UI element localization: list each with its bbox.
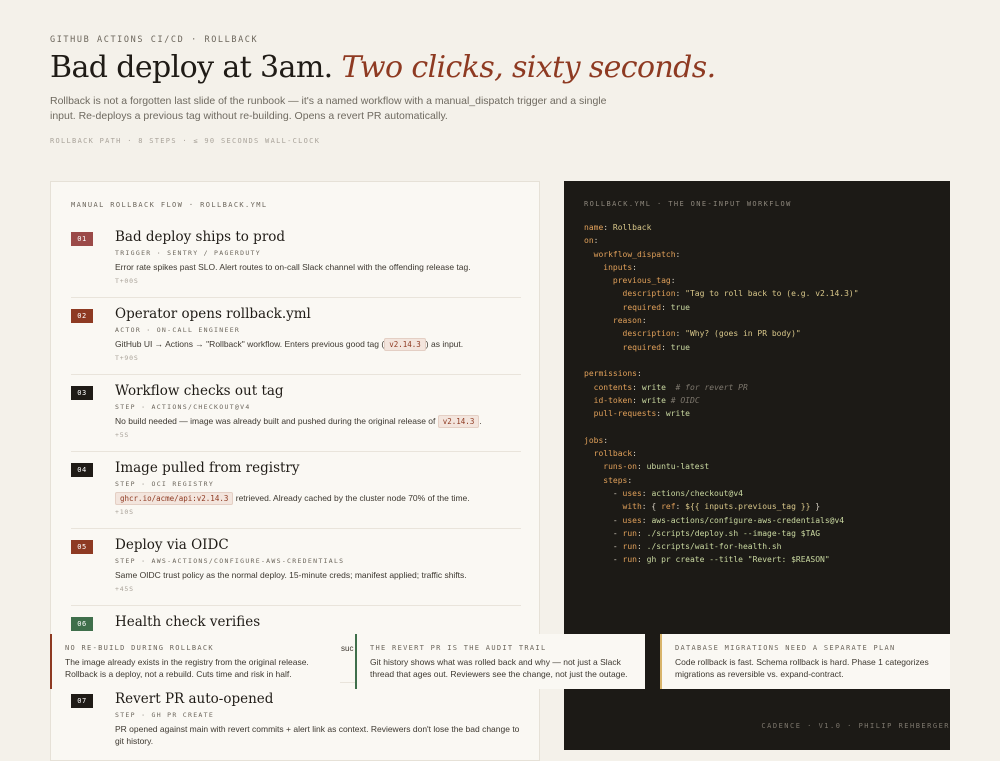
step-number: 01 (71, 232, 93, 246)
step-title: Image pulled from registry (115, 460, 300, 476)
tag-code: v2.14.3 (437, 415, 480, 428)
desc-text: No build needed — image was already buil… (115, 416, 438, 426)
step-kind: STEP · ACTIONS/CHECKOUT@V4 (115, 403, 251, 411)
step-title: Health check verifies (115, 614, 261, 630)
step-number: 03 (71, 386, 93, 400)
callout-body: Git history shows what was rolled back a… (370, 657, 628, 679)
step-time: +5S (115, 431, 130, 439)
step-description: Same OIDC trust policy as the normal dep… (115, 570, 467, 580)
step-time: +45S (115, 585, 134, 593)
code-panel-label: ROLLBACK.YML · THE ONE-INPUT WORKFLOW (584, 200, 792, 208)
desc-text: retrieved. Already cached by the cluster… (233, 493, 470, 503)
headline-main: Bad deploy at 3am. (50, 50, 333, 85)
callout-audit-trail: THE REVERT PR IS THE AUDIT TRAIL Git his… (355, 634, 645, 689)
step-number: 04 (71, 463, 93, 477)
yaml-code-block: name: Rollback on: workflow_dispatch: in… (584, 223, 859, 565)
step-5: 05 Deploy via OIDC STEP · AWS-ACTIONS/CO… (71, 537, 521, 606)
step-description: GitHub UI → Actions → "Rollback" workflo… (115, 338, 525, 351)
step-time: T+90S (115, 354, 139, 362)
page-title: Bad deploy at 3am. Two clicks, sixty sec… (50, 50, 716, 85)
step-number: 06 (71, 617, 93, 631)
lede: Rollback is not a forgotten last slide o… (50, 95, 607, 122)
desc-text: ) as input. (425, 339, 464, 349)
step-kind: STEP · GH PR CREATE (115, 711, 215, 719)
callout-title: DATABASE MIGRATIONS NEED A SEPARATE PLAN (675, 644, 896, 652)
step-number: 07 (71, 694, 93, 708)
desc-text: GitHub UI → Actions → "Rollback" workflo… (115, 339, 385, 349)
desc-text: . (479, 416, 482, 426)
callout-title: NO RE-BUILD DURING ROLLBACK (65, 644, 214, 652)
step-title: Workflow checks out tag (115, 383, 284, 399)
step-number: 02 (71, 309, 93, 323)
flow-card-label: MANUAL ROLLBACK FLOW · ROLLBACK.YML (71, 201, 268, 209)
step-number: 05 (71, 540, 93, 554)
step-title: Operator opens rollback.yml (115, 306, 311, 322)
callout-no-rebuild: NO RE-BUILD DURING ROLLBACK The image al… (50, 634, 340, 689)
step-description: PR opened against main with revert commi… (115, 724, 520, 746)
step-kind: ACTOR · ON-CALL ENGINEER (115, 326, 241, 334)
step-4: 04 Image pulled from registry STEP · OCI… (71, 460, 521, 529)
step-title: Deploy via OIDC (115, 537, 229, 553)
step-3: 03 Workflow checks out tag STEP · ACTION… (71, 383, 521, 452)
callout-body: The image already exists in the registry… (65, 657, 309, 679)
step-7: 07 Revert PR auto-opened STEP · GH PR CR… (71, 691, 521, 759)
step-kind: STEP · OCI REGISTRY (115, 480, 215, 488)
step-description: Error rate spikes past SLO. Alert routes… (115, 262, 471, 272)
partial-text: suc (341, 644, 354, 653)
step-2: 02 Operator opens rollback.yml ACTOR · O… (71, 306, 521, 375)
step-time: T+00S (115, 277, 139, 285)
step-title: Revert PR auto-opened (115, 691, 274, 707)
code-panel-footer: CADENCE · V1.0 · PHILIP REHBERGER (761, 722, 950, 730)
step-description: ghcr.io/acme/api:v2.14.3 retrieved. Alre… (115, 492, 525, 505)
callout-title: THE REVERT PR IS THE AUDIT TRAIL (370, 644, 547, 652)
step-kind: TRIGGER · SENTRY / PAGERDUTY (115, 249, 261, 257)
step-1: 01 Bad deploy ships to prod TRIGGER · SE… (71, 229, 521, 298)
step-description: No build needed — image was already buil… (115, 415, 525, 428)
tag-code: v2.14.3 (384, 338, 426, 351)
meta-line: ROLLBACK PATH · 8 STEPS · ≤ 90 SECONDS W… (50, 137, 321, 145)
callout-body: Code rollback is fast. Schema rollback i… (675, 657, 929, 679)
tag-code: ghcr.io/acme/api:v2.14.3 (115, 492, 234, 505)
step-kind: STEP · AWS-ACTIONS/CONFIGURE-AWS-CREDENT… (115, 557, 345, 565)
step-title: Bad deploy ships to prod (115, 229, 286, 245)
eyebrow: GITHUB ACTIONS CI/CD · ROLLBACK (50, 35, 259, 45)
headline-accent: Two clicks, sixty seconds. (341, 50, 717, 85)
callout-db-migrations: DATABASE MIGRATIONS NEED A SEPARATE PLAN… (660, 634, 950, 689)
step-time: +10S (115, 508, 134, 516)
